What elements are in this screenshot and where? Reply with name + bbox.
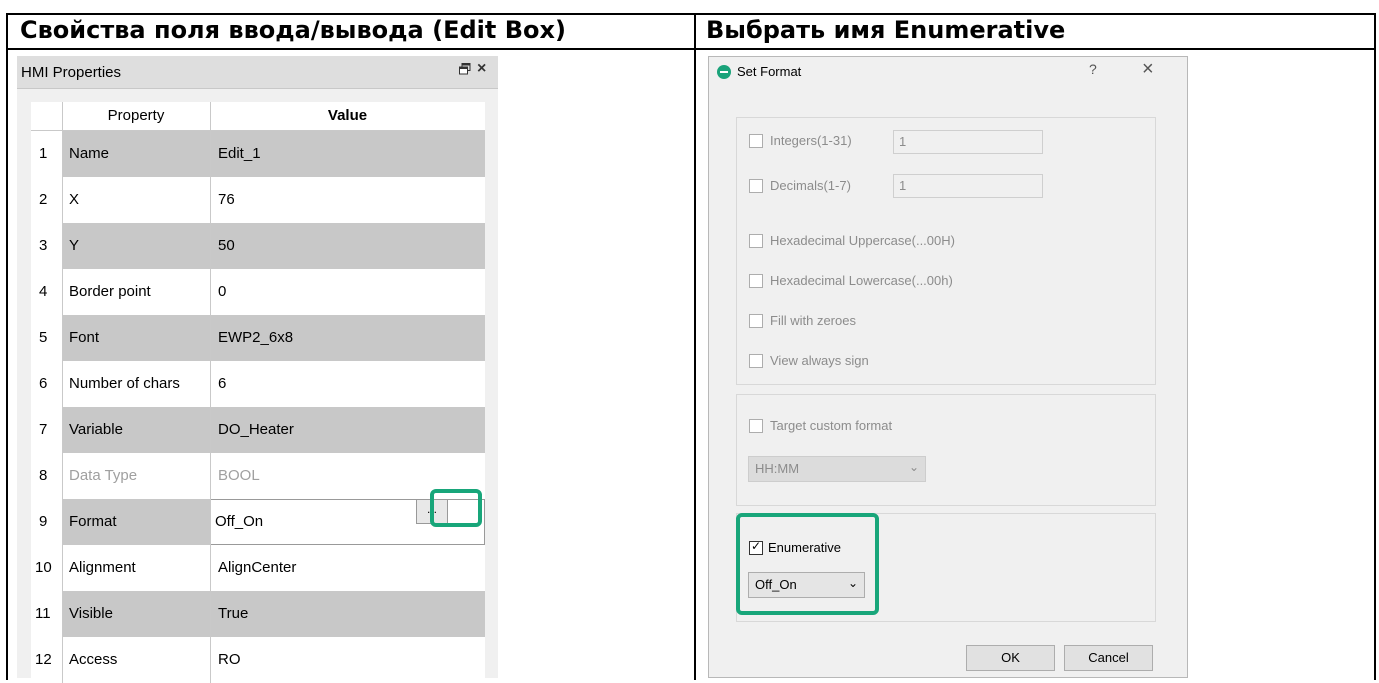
property-value[interactable]: 0 [218,283,226,300]
row-number: 7 [39,421,48,438]
table-header-divider [6,48,1376,50]
table-border-right [1374,13,1376,680]
column-header-value: Value [327,107,368,124]
close-icon[interactable]: × [477,60,486,78]
property-value[interactable]: DO_Heater [218,421,294,438]
panel-title: HMI Properties [21,64,122,81]
hmi-properties-titlebar: HMI Properties × [17,56,498,89]
decimals-input[interactable]: 1 [893,174,1043,198]
property-row-number-of-chars[interactable]: 6 Number of chars 6 [31,361,485,407]
target-custom-label: Target custom format [770,418,893,433]
property-value[interactable]: Edit_1 [218,145,261,162]
number-format-group [736,117,1156,385]
property-label: Visible [69,605,113,622]
custom-format-select[interactable]: HH:MM ⌄ [748,456,926,482]
row-number: 12 [35,651,52,668]
property-row-variable[interactable]: 7 Variable DO_Heater [31,407,485,453]
property-label: Y [69,237,80,254]
fill-zeroes-checkbox[interactable] [749,314,763,328]
hex-lowercase-checkbox[interactable] [749,274,763,288]
enumerative-highlight [736,513,879,615]
property-label: Format [69,513,117,530]
row-number: 3 [39,237,48,254]
row-number: 1 [39,145,48,162]
custom-format-group [736,394,1156,506]
decimals-label: Decimals(1-7) [770,178,851,193]
grid-line [31,130,485,131]
property-label: X [69,191,80,208]
property-label: Data Type [69,467,138,484]
close-icon[interactable]: × [1142,58,1154,81]
property-label: Alignment [69,559,136,576]
property-value[interactable]: RO [218,651,241,668]
table-border-top [6,13,1376,15]
property-value[interactable]: AlignCenter [218,559,296,576]
hex-uppercase-checkbox[interactable] [749,234,763,248]
row-number: 5 [39,329,48,346]
row-number: 10 [35,559,52,576]
property-label: Name [69,145,110,162]
property-label: Number of chars [69,375,180,392]
integers-label: Integers(1-31) [770,133,852,148]
property-row-visible[interactable]: 11 Visible True [31,591,485,637]
property-row-font[interactable]: 5 Font EWP2_6x8 [31,315,485,361]
row-number: 2 [39,191,48,208]
format-button-highlight [430,489,482,527]
row-number: 4 [39,283,48,300]
row-number: 6 [39,375,48,392]
row-number: 11 [35,605,51,622]
grid-header: Property Value [31,102,485,131]
chevron-down-icon: ⌄ [908,460,919,474]
app-icon [717,65,731,79]
table-border-left [6,13,8,680]
property-value[interactable]: Off_On [215,513,263,530]
property-label: Variable [69,421,123,438]
property-value: BOOL [218,467,260,484]
row-number: 8 [39,467,48,484]
property-value[interactable]: EWP2_6x8 [218,329,293,346]
left-column-header: Свойства поля ввода/вывода (Edit Box) [20,16,566,44]
property-row-data-type: 8 Data Type BOOL [31,453,485,499]
property-value[interactable]: True [218,605,248,622]
view-sign-checkbox[interactable] [749,354,763,368]
help-icon[interactable]: ? [1089,61,1097,77]
view-sign-label: View always sign [770,353,869,368]
fill-zeroes-label: Fill with zeroes [770,313,856,328]
integers-checkbox[interactable] [749,134,763,148]
hex-lowercase-label: Hexadecimal Lowercase(...00h) [770,273,953,288]
hex-uppercase-label: Hexadecimal Uppercase(...00H) [770,233,955,248]
integers-input[interactable]: 1 [893,130,1043,154]
property-label: Access [69,651,118,668]
row-number: 9 [39,513,48,530]
float-window-icon[interactable] [459,63,471,75]
decimals-checkbox[interactable] [749,179,763,193]
cancel-button[interactable]: Cancel [1064,645,1153,671]
custom-format-value: HH:MM [755,461,800,476]
property-row-alignment[interactable]: 10 Alignment AlignCenter [31,545,485,591]
property-value[interactable]: 76 [218,191,235,208]
property-row-access[interactable]: 12 Access RO [31,637,485,683]
property-row-x[interactable]: 2 X 76 [31,177,485,223]
table-column-divider [694,13,696,680]
property-row-y[interactable]: 3 Y 50 [31,223,485,269]
property-label: Font [69,329,100,346]
property-value[interactable]: 6 [218,375,226,392]
property-value[interactable]: 50 [218,237,235,254]
property-row-border-point[interactable]: 4 Border point 0 [31,269,485,315]
property-label: Border point [69,283,151,300]
ok-button[interactable]: OK [966,645,1055,671]
column-header-property: Property [107,107,165,124]
right-column-header: Выбрать имя Enumerative [706,16,1066,44]
target-custom-checkbox[interactable] [749,419,763,433]
grid-line [210,102,211,683]
dialog-title: Set Format [737,64,802,79]
grid-line [62,102,63,683]
property-row-name[interactable]: 1 Name Edit_1 [31,131,485,177]
